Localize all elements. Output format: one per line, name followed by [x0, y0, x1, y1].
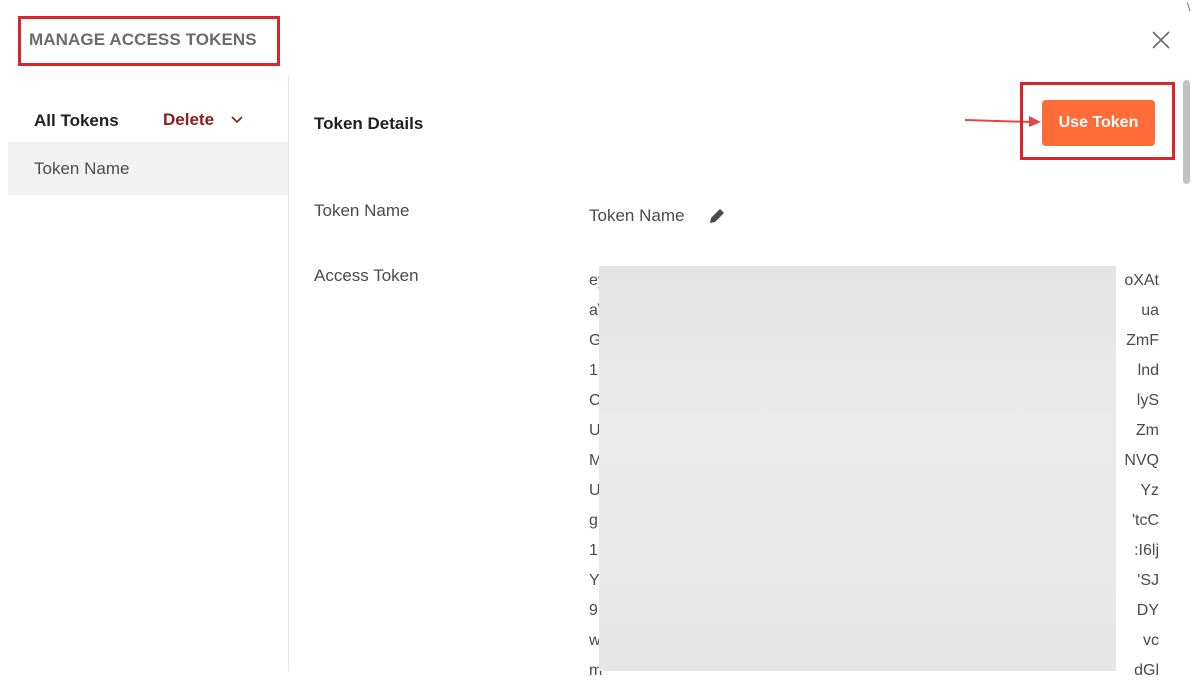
access-token-line-end: NVQ	[1124, 452, 1159, 469]
access-token-line-end: 'tcC	[1131, 512, 1159, 529]
access-token-line-end: ua	[1141, 302, 1159, 319]
access-token-line-end: Zm	[1135, 422, 1159, 439]
sidebar-header: All Tokens Delete	[0, 76, 288, 142]
access-token-line-end: lyS	[1136, 392, 1159, 409]
chevron-down-icon	[231, 116, 243, 124]
redaction-overlay	[599, 266, 1116, 671]
access-token-line-end: vc	[1143, 632, 1159, 649]
token-name-value: Token Name	[589, 206, 685, 225]
close-icon[interactable]	[1149, 28, 1173, 52]
access-token-line-end: 'SJ	[1137, 572, 1159, 589]
access-token-line-end: oXAt	[1124, 272, 1159, 289]
access-token-line-start: g	[589, 512, 598, 529]
delete-dropdown-button[interactable]: Delete	[163, 109, 244, 131]
scrollbar-thumb[interactable]	[1183, 80, 1190, 184]
all-tokens-label: All Tokens	[34, 111, 119, 130]
token-name-label: Token Name	[314, 201, 410, 220]
access-token-line-end: :I6lj	[1134, 542, 1159, 559]
corner-mark: \	[1187, 0, 1191, 14]
access-token-line-start: 9	[589, 602, 598, 619]
access-token-line-end: dGl	[1134, 662, 1159, 679]
use-token-button[interactable]: Use Token	[1042, 100, 1155, 146]
access-token-line-end: Yz	[1140, 482, 1159, 499]
access-token-line-end: lnd	[1137, 362, 1159, 379]
access-token-line-end: ZmF	[1126, 332, 1159, 349]
sidebar-item-label: Token Name	[34, 159, 130, 178]
access-token-line-end: DY	[1136, 602, 1159, 619]
token-details-title: Token Details	[314, 114, 424, 133]
delete-label: Delete	[163, 110, 215, 129]
tokens-sidebar: All Tokens Delete Token Name	[0, 76, 289, 671]
pencil-icon[interactable]	[706, 205, 728, 227]
access-token-label: Access Token	[314, 266, 419, 285]
sidebar-item-token[interactable]: Token Name	[8, 142, 288, 195]
dialog-title: MANAGE ACCESS TOKENS	[29, 30, 257, 49]
